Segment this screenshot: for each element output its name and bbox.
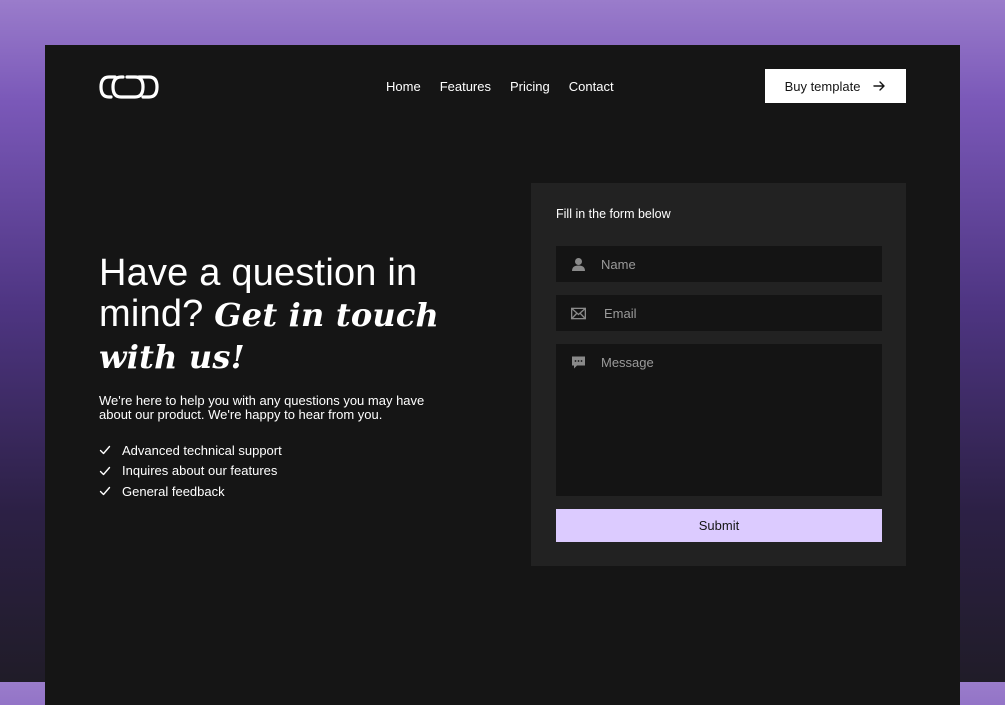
user-icon [572, 258, 585, 271]
check-icon [99, 487, 111, 496]
buy-template-label: Buy template [784, 78, 861, 94]
feature-label: Inquires about our features [122, 463, 278, 479]
contact-form-card: Fill in the form below Name Email Messag [531, 183, 906, 566]
feature-list: Advanced technical support Inquires abou… [99, 440, 282, 502]
nav-pricing[interactable]: Pricing [510, 79, 550, 94]
message-field[interactable]: Message [556, 344, 882, 496]
check-icon [99, 466, 111, 475]
buy-template-button[interactable]: Buy template [765, 69, 906, 103]
chat-icon [572, 356, 585, 369]
feature-item: General feedback [99, 481, 282, 502]
email-field[interactable]: Email [556, 295, 882, 331]
email-placeholder: Email [604, 305, 637, 321]
hero-subtitle: We're here to help you with any question… [99, 393, 425, 422]
top-nav: Home Features Pricing Contact Buy templa… [45, 45, 960, 135]
nav-home[interactable]: Home [386, 79, 421, 94]
name-field[interactable]: Name [556, 246, 882, 282]
feature-item: Advanced technical support [99, 440, 282, 461]
name-placeholder: Name [601, 256, 636, 272]
arrow-right-icon [873, 81, 886, 91]
mail-icon [571, 307, 586, 320]
feature-item: Inquires about our features [99, 461, 282, 482]
infinity-link-logo[interactable] [99, 73, 159, 101]
main-menu: Home Features Pricing Contact [386, 79, 614, 94]
check-icon [99, 446, 111, 455]
submit-button[interactable]: Submit [556, 509, 882, 542]
nav-contact[interactable]: Contact [569, 79, 614, 94]
page-title: Have a question in mind? Get in touch wi… [99, 253, 459, 378]
feature-label: General feedback [122, 483, 225, 499]
hero-section: Have a question in mind? Get in touch wi… [99, 253, 459, 378]
form-heading: Fill in the form below [556, 207, 671, 221]
message-placeholder: Message [601, 355, 654, 370]
page-frame: Home Features Pricing Contact Buy templa… [45, 45, 960, 705]
nav-features[interactable]: Features [440, 79, 491, 94]
submit-label: Submit [698, 518, 740, 533]
feature-label: Advanced technical support [122, 442, 282, 458]
